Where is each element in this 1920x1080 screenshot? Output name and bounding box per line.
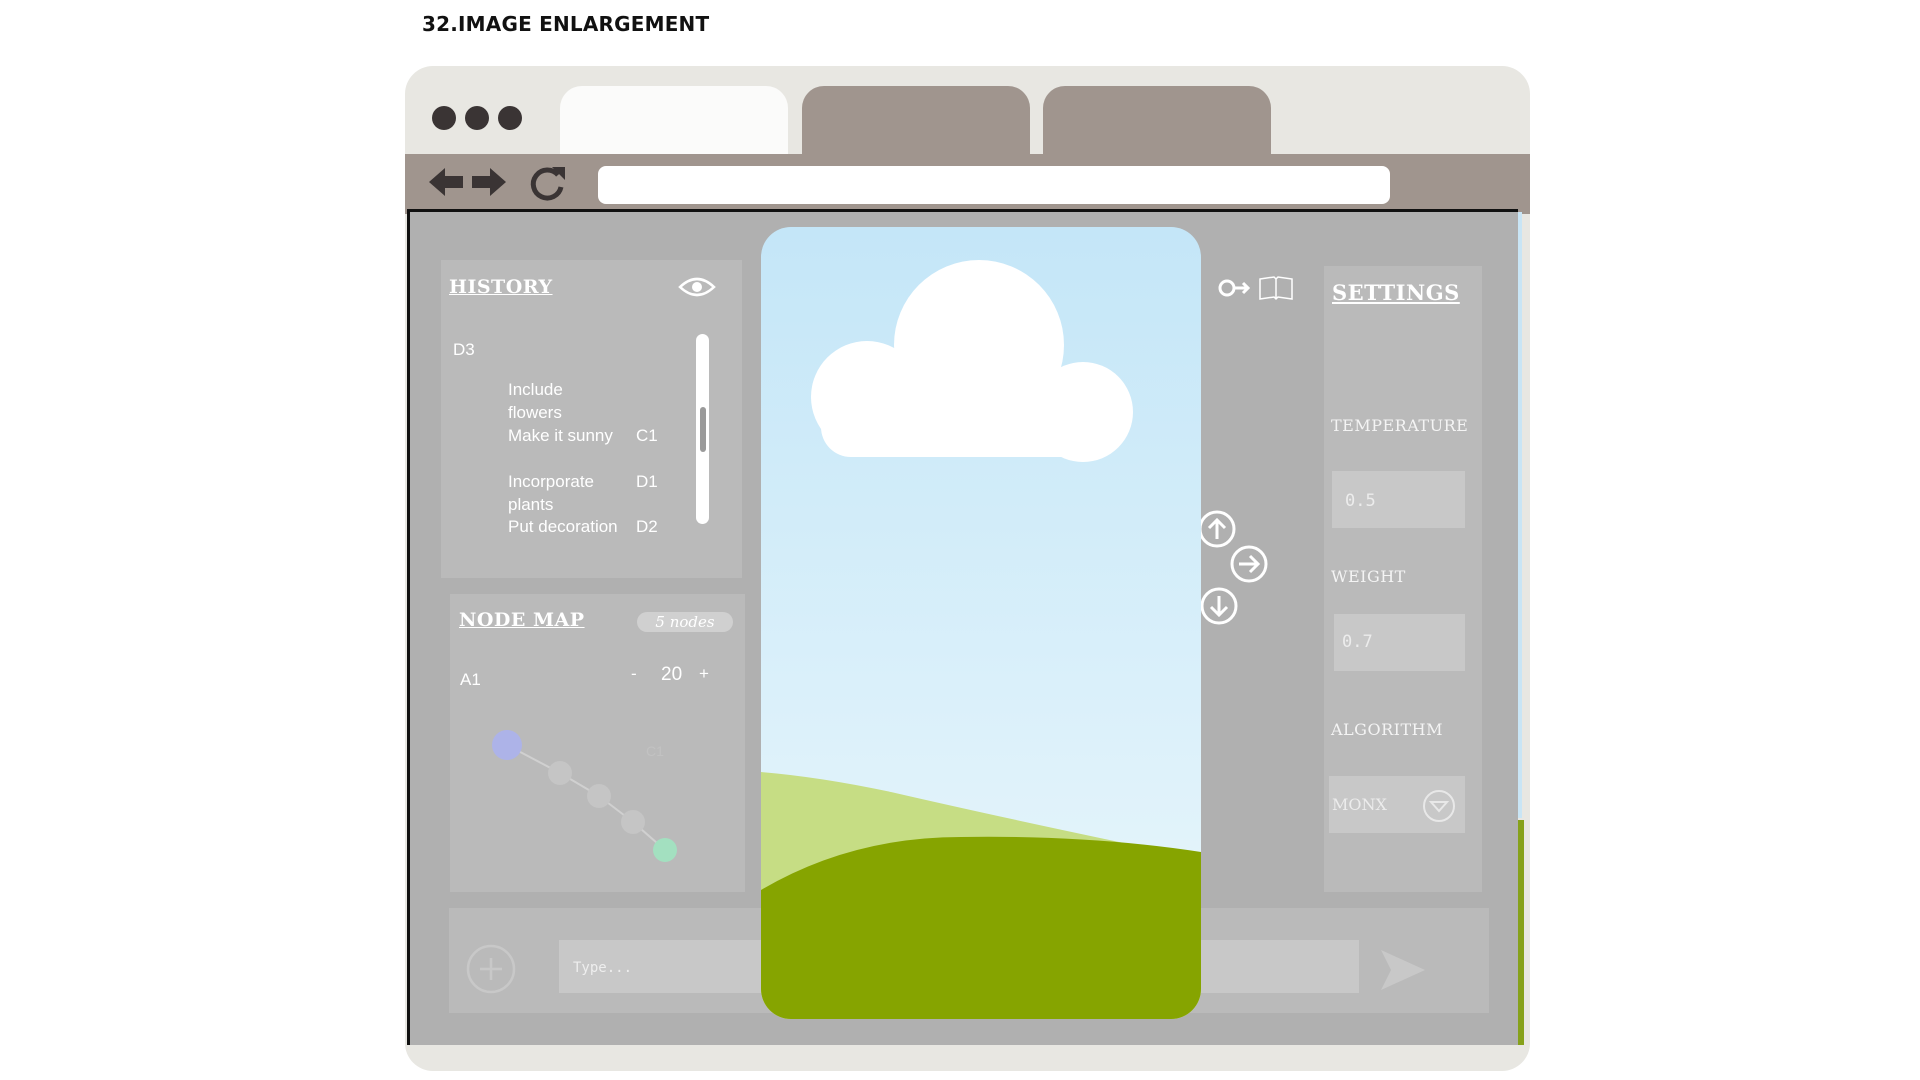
algorithm-label: ALGORITHM: [1331, 720, 1443, 739]
history-item[interactable]: Include flowers: [508, 378, 618, 424]
zoom-value: 20: [661, 664, 683, 685]
key-icon[interactable]: [1218, 276, 1250, 300]
node-count-badge: 5 nodes: [637, 612, 733, 632]
history-item[interactable]: Put decoration: [508, 515, 618, 538]
edge-strip-green: [1518, 820, 1524, 1045]
zoom-out-button[interactable]: -: [631, 664, 637, 684]
direction-pad: [1198, 510, 1268, 625]
node-label: A1: [460, 670, 481, 689]
graph-node[interactable]: [621, 810, 645, 834]
forward-arrow-icon[interactable]: [470, 162, 508, 202]
node-map-title: NODE MAP: [459, 609, 585, 631]
landscape-image: [761, 227, 1201, 1019]
graph-node[interactable]: [587, 784, 611, 808]
browser-tab-1[interactable]: [560, 86, 788, 156]
graph-node-end[interactable]: [653, 838, 677, 862]
send-icon[interactable]: [1379, 948, 1427, 992]
history-root[interactable]: D3: [453, 340, 475, 360]
zoom-in-button[interactable]: +: [699, 664, 709, 684]
algorithm-value: MONX: [1332, 795, 1387, 814]
history-item-code: D1: [636, 472, 658, 491]
window-dot-close[interactable]: [432, 106, 456, 130]
browser-tab-3[interactable]: [1043, 86, 1271, 156]
history-item[interactable]: Incorporate plants: [508, 470, 618, 516]
refresh-icon[interactable]: [528, 163, 568, 203]
book-icon[interactable]: [1258, 275, 1294, 301]
chat-input-placeholder: Type...: [573, 960, 633, 976]
plus-icon[interactable]: [465, 943, 517, 995]
graph-node[interactable]: [548, 761, 572, 785]
page-title: 32.IMAGE ENLARGEMENT: [422, 12, 710, 36]
weight-value: 0.7: [1342, 632, 1373, 652]
back-arrow-icon[interactable]: [427, 162, 465, 202]
history-item-code: C1: [636, 426, 658, 445]
node-graph: [492, 730, 677, 862]
settings-title: SETTINGS: [1332, 280, 1460, 305]
history-scrollbar-thumb[interactable]: [700, 407, 706, 452]
window-dot-maximize[interactable]: [498, 106, 522, 130]
edge-strip: [1518, 212, 1522, 818]
address-bar[interactable]: [598, 166, 1390, 204]
chevron-down-icon[interactable]: [1422, 789, 1456, 823]
browser-tab-2[interactable]: [802, 86, 1030, 156]
temperature-label: TEMPERATURE: [1331, 416, 1469, 435]
history-title: HISTORY: [449, 276, 553, 298]
enlarged-image-viewer[interactable]: [761, 227, 1201, 1019]
window-dot-minimize[interactable]: [465, 106, 489, 130]
hill-dark: [761, 836, 1201, 1019]
history-item-code: D2: [636, 517, 658, 536]
eye-icon[interactable]: [678, 274, 716, 300]
graph-node-start[interactable]: [492, 730, 522, 760]
weight-label: WEIGHT: [1331, 567, 1406, 586]
history-item[interactable]: Make it sunny: [508, 424, 618, 447]
temperature-value: 0.5: [1345, 491, 1376, 511]
